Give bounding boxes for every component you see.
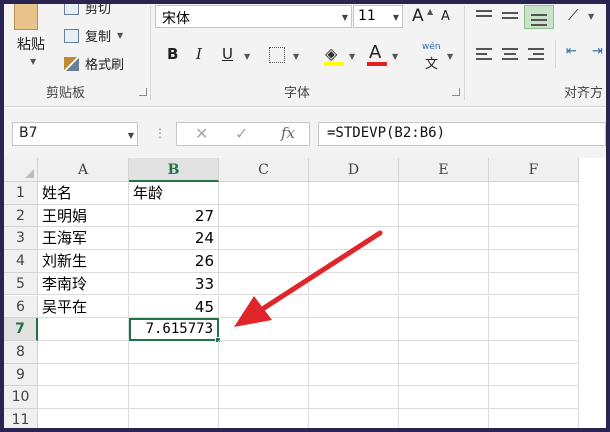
annotation-arrow [234, 230, 383, 327]
excel-window: 粘贴 ▼ 剪切 复制 ▼ 格式刷 剪贴板 宋体 ▼ 11 ▼ A ▲ A B I… [4, 4, 606, 428]
